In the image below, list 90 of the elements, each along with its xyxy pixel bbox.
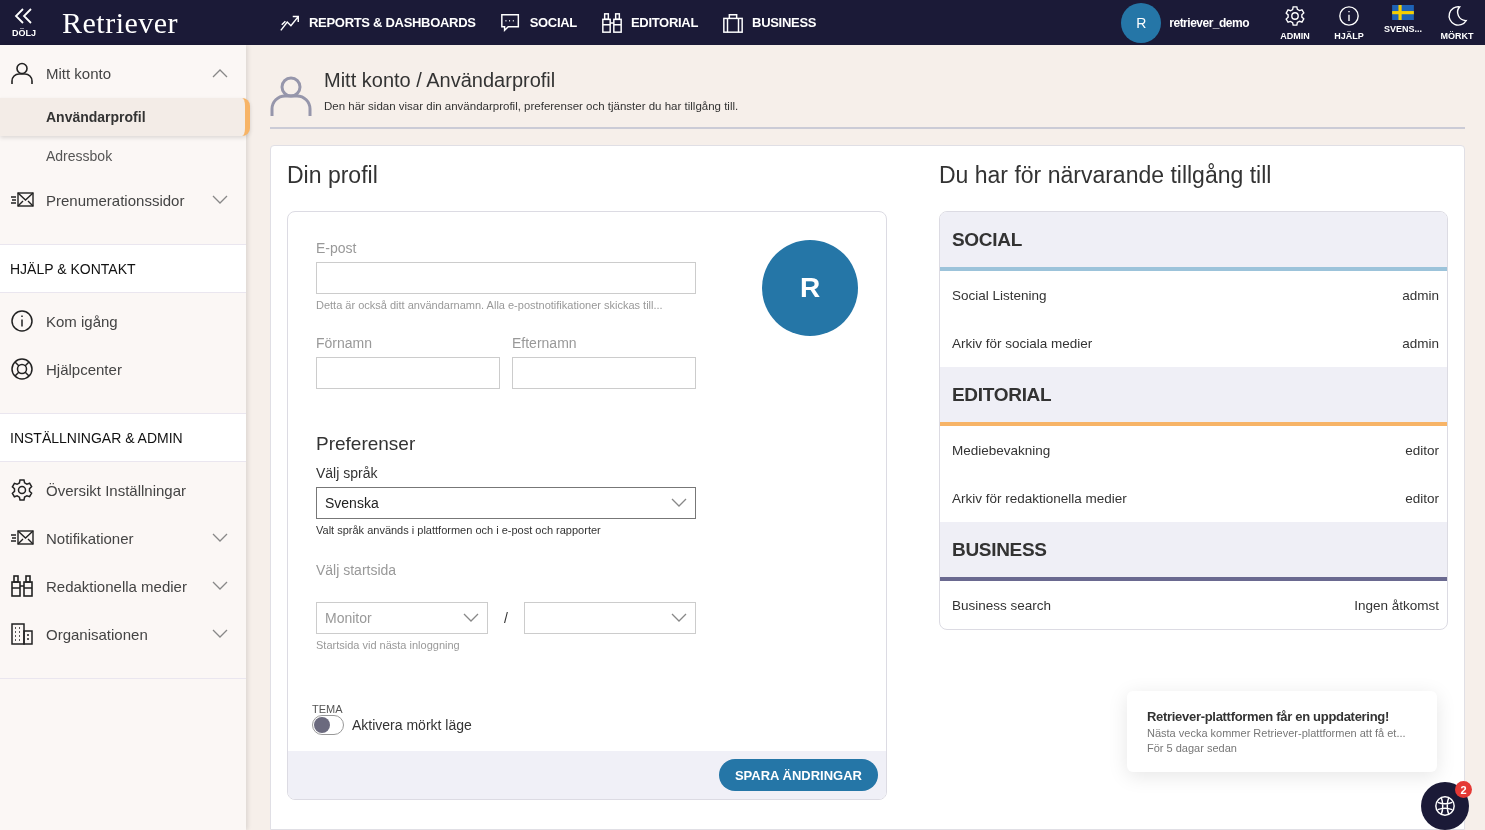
first-name-field[interactable] (316, 357, 500, 389)
dark-mode-toggle[interactable] (312, 715, 344, 735)
sidebar-item[interactable]: Redaktionella medier (0, 562, 246, 610)
collapse-button[interactable]: DÖLJ (0, 7, 48, 38)
binoculars-icon (10, 574, 34, 598)
service-name: Arkiv för redaktionella medier (952, 490, 1127, 506)
field-label: Efternamn (512, 335, 578, 351)
sidebar-item[interactable]: Organisationen (0, 610, 246, 658)
sidebar-item[interactable]: Kom igång (0, 297, 246, 345)
user-icon (270, 75, 312, 117)
sidebar-heading: INSTÄLLNINGAR & ADMIN (0, 414, 246, 462)
moon-icon (1446, 4, 1468, 27)
nav-link[interactable]: REPORTS & DASHBOARDS (279, 11, 476, 34)
sidebar-item[interactable]: Hjälpcenter (0, 345, 246, 393)
section-title: Din profil (287, 162, 379, 189)
flag-icon (1392, 4, 1414, 20)
last-name-field[interactable] (512, 357, 696, 389)
access-role: Ingen åtkomst (1354, 597, 1439, 613)
help-text: Startsida vid nästa inloggning (316, 639, 461, 651)
field-label: Välj språk (316, 465, 379, 481)
service-name: Social Listening (952, 287, 1047, 303)
notification-popup[interactable]: Retriever-plattformen får en uppdatering! Nästa vecka kommer Retriever-plattformen att få et... För 5 dagar sedan (1127, 691, 1437, 772)
globe-icon (1434, 795, 1456, 817)
help-text: Detta är också ditt användarnamn. Alla e-postnotifikationer skickas till... (316, 299, 664, 311)
access-section-header: SOCIAL (940, 212, 1447, 271)
access-role: admin (1402, 335, 1439, 351)
page-title: Mitt konto / Användarprofil (324, 69, 557, 92)
field-label: E-post (316, 240, 358, 256)
chevron-icon (212, 581, 228, 591)
access-role: admin (1402, 287, 1439, 303)
user-avatar[interactable]: R (1121, 2, 1162, 43)
start-subpage-dropdown[interactable] (524, 602, 696, 634)
access-role: editor (1405, 442, 1439, 458)
sidebar-subitem[interactable]: Användarprofil (0, 98, 250, 136)
chevron-icon (212, 533, 228, 543)
access-role: editor (1405, 490, 1439, 506)
gear-icon (10, 478, 34, 502)
sidebar-item[interactable]: Översikt Inställningar (0, 466, 246, 514)
subsection-title: Preferenser (316, 433, 417, 455)
language-dropdown[interactable]: Svenska (316, 487, 696, 519)
lifebuoy-icon (10, 357, 34, 381)
sidebar-subitem[interactable]: Adressbok (0, 137, 246, 175)
briefcase-icon (722, 11, 745, 34)
chevron-icon (212, 629, 228, 639)
profile-avatar: R (762, 240, 858, 336)
service-name: Business search (952, 597, 1052, 613)
help-text: Valt språk används i plattformen och i e-post och rapporter (316, 524, 602, 536)
binoculars-icon (600, 11, 623, 34)
sidebar-heading: HJÄLP & KONTAKT (0, 245, 246, 293)
gear-icon (1284, 4, 1306, 27)
page-description: Den här sidan visar din användarprofil, preferenser och tjänster du har tillgång till. (324, 100, 739, 112)
info-icon (10, 309, 34, 333)
info-icon (1338, 4, 1360, 27)
sidebar-item[interactable]: Notifikationer (0, 514, 246, 562)
field-label: Välj startsida (316, 562, 398, 578)
toolbar-button[interactable]: HJÄLP (1323, 4, 1375, 41)
notification-text: Nästa vecka kommer Retriever-plattformen att få et... (1147, 727, 1407, 739)
toggle-label: Aktivera mörkt läge (352, 717, 472, 733)
nav-link[interactable]: SOCIAL (499, 11, 577, 34)
sidebar-item[interactable]: Mitt konto (0, 49, 246, 97)
nav-link[interactable]: BUSINESS (722, 11, 817, 34)
chevron-icon (212, 195, 228, 205)
chevron-icon (671, 498, 687, 508)
email-field[interactable] (316, 262, 696, 294)
building-icon (10, 622, 34, 646)
theme-label: TEMA (312, 703, 344, 715)
toolbar-button[interactable]: SVENS... (1377, 4, 1429, 41)
notification-time: För 5 dagar sedan (1147, 742, 1238, 754)
username: retriever_demo (1169, 15, 1249, 30)
logo: Retriever (62, 5, 180, 40)
chat-icon (499, 11, 522, 34)
section-title: Du har för närvarande tillgång till (939, 162, 1273, 189)
service-name: Mediebevakning (952, 442, 1051, 458)
chevron-icon (463, 613, 479, 623)
field-label: Förnamn (316, 335, 374, 351)
user-icon (10, 61, 34, 85)
service-name: Arkiv för sociala medier (952, 335, 1093, 351)
double-chevron-left-icon (14, 7, 34, 26)
chevron-icon (671, 613, 687, 623)
notification-badge: 2 (1455, 781, 1472, 798)
separator: / (503, 610, 509, 626)
access-section-header: BUSINESS (940, 522, 1447, 581)
toolbar-button[interactable]: ADMIN (1269, 4, 1321, 41)
access-section-header: EDITORIAL (940, 367, 1447, 426)
chevron-icon (212, 68, 228, 78)
notification-title: Retriever-plattformen får en uppdatering! (1147, 709, 1390, 724)
sidebar-item[interactable]: Prenumerationssidor (0, 176, 246, 224)
nav-link[interactable]: EDITORIAL (600, 11, 699, 34)
save-button[interactable]: SPARA ÄNDRINGAR (718, 759, 878, 791)
toolbar-button[interactable]: MÖRKT (1431, 4, 1483, 41)
